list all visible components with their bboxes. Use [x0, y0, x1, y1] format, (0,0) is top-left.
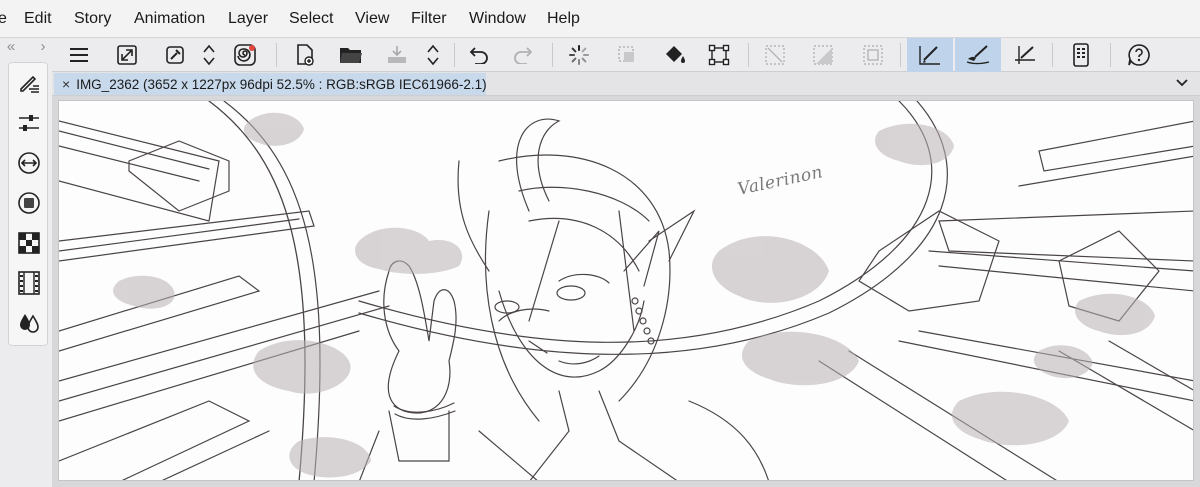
menu-item-layer[interactable]: Layer [228, 10, 268, 28]
loading-spinner-icon[interactable] [562, 38, 596, 72]
color-grid-icon[interactable] [9, 223, 49, 263]
zoom-stepper-icon[interactable] [196, 38, 222, 72]
tool-property-icon[interactable] [9, 63, 49, 103]
document-tab[interactable]: × IMG_2362 (3652 x 1227px 96dpi 52.5% : … [54, 73, 487, 95]
selection-clear-icon[interactable] [758, 38, 792, 72]
chevron-down-icon[interactable] [1174, 74, 1190, 92]
left-palette [8, 62, 48, 346]
menu-item-file[interactable]: e [0, 10, 7, 28]
toolbar-separator [900, 43, 901, 67]
close-tab-icon[interactable]: × [62, 76, 70, 92]
adjust-sliders-icon[interactable] [9, 103, 49, 143]
menu-item-window[interactable]: Window [469, 10, 526, 28]
toolbar-separator [1052, 43, 1053, 67]
expand-right-button[interactable]: › [36, 38, 50, 55]
pen-stabilizer-button[interactable] [907, 38, 953, 72]
brush-button[interactable] [955, 38, 1001, 72]
document-title: IMG_2362 (3652 x 1227px 96dpi 52.5% : RG… [76, 76, 487, 92]
command-bar: « › [0, 38, 1200, 72]
menu-item-select[interactable]: Select [289, 10, 333, 28]
undo-icon[interactable] [462, 38, 496, 72]
layer-icon[interactable] [9, 183, 49, 223]
navigator-icon[interactable] [9, 143, 49, 183]
selection-outline-icon[interactable] [856, 38, 890, 72]
selection-fill-icon[interactable] [806, 38, 840, 72]
brush-icon [966, 45, 990, 65]
spiral-icon[interactable] [228, 38, 262, 72]
menu-item-filter[interactable]: Filter [411, 10, 447, 28]
mobile-icon[interactable] [1064, 38, 1098, 72]
eyedropper-icon[interactable] [158, 38, 192, 72]
toolbar-separator [454, 43, 455, 67]
redo-icon[interactable] [506, 38, 540, 72]
collapse-left-button[interactable]: « [4, 38, 18, 55]
menu-item-story[interactable]: Story [74, 10, 111, 28]
toolbar-separator [552, 43, 553, 67]
menu-item-edit[interactable]: Edit [24, 10, 52, 28]
resize-canvas-icon[interactable] [110, 38, 144, 72]
deselect-icon[interactable] [610, 38, 644, 72]
document-tab-bar: × IMG_2362 (3652 x 1227px 96dpi 52.5% : … [52, 72, 1200, 96]
ruler-snap-icon[interactable] [1008, 38, 1042, 72]
menu-icon[interactable] [62, 38, 96, 72]
menu-item-view[interactable]: View [355, 10, 389, 28]
fill-bucket-icon[interactable] [658, 38, 692, 72]
color-drops-icon[interactable] [9, 303, 49, 343]
menu-bar: e Edit Story Animation Layer Select View… [0, 0, 1200, 38]
sketch-artwork [59, 101, 1193, 480]
new-file-icon[interactable] [288, 38, 322, 72]
save-icon[interactable] [380, 38, 414, 72]
pen-stabilizer-icon [919, 46, 940, 65]
menu-item-help[interactable]: Help [547, 10, 580, 28]
transform-icon[interactable] [702, 38, 736, 72]
save-stepper-icon[interactable] [420, 38, 446, 72]
timeline-film-icon[interactable] [9, 263, 49, 303]
toolbar-separator [1110, 43, 1111, 67]
canvas-area: Valerinon [52, 96, 1200, 487]
help-icon[interactable] [1122, 38, 1156, 72]
drawing-canvas[interactable]: Valerinon [58, 100, 1194, 481]
menu-item-animation[interactable]: Animation [134, 10, 205, 28]
toolbar-separator [748, 43, 749, 67]
toolbar-separator [276, 43, 277, 67]
open-folder-icon[interactable] [334, 38, 368, 72]
